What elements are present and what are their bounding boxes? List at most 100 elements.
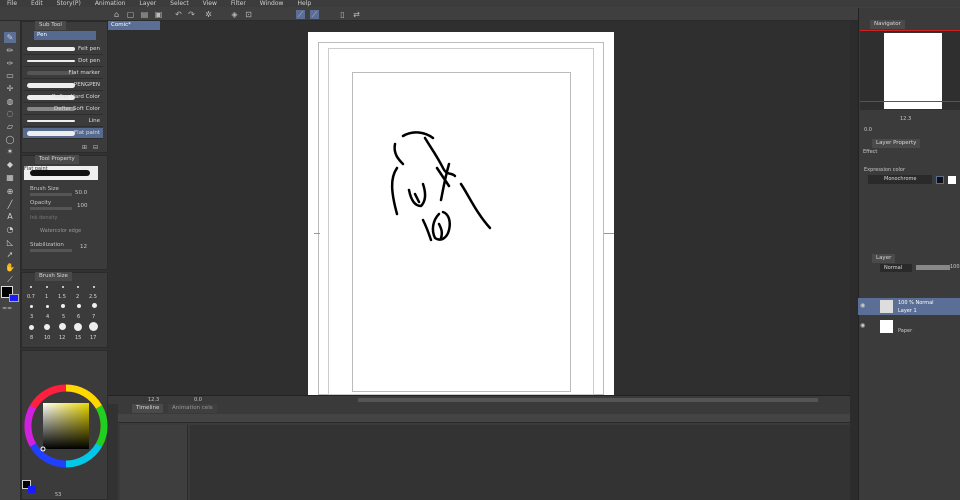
zoom-tool-icon[interactable]: ⊕ (4, 186, 16, 197)
menu-story[interactable]: Story(P) (50, 0, 88, 7)
menu-filter[interactable]: Filter (224, 0, 253, 7)
open-icon[interactable]: ▤ (140, 10, 149, 19)
size-dot[interactable] (59, 323, 66, 330)
size-dot[interactable] (77, 286, 79, 288)
delete-brush-icon[interactable]: ⊟ (91, 143, 100, 152)
text-tool-icon[interactable]: A (4, 211, 16, 222)
timeline-frames[interactable] (190, 425, 850, 500)
brush-item-selected[interactable]: Flat paint (23, 128, 103, 139)
size-dot[interactable] (77, 304, 81, 308)
home-icon[interactable]: ⌂ (112, 10, 121, 19)
brush-size-slider[interactable] (30, 193, 72, 196)
brush-item[interactable]: Defter Soft Color (23, 104, 103, 115)
navigator-tab[interactable]: Navigator (870, 20, 905, 29)
canvas-zoom[interactable]: 12.3 (148, 397, 159, 403)
brush-size-tab[interactable]: Brush Size (35, 272, 72, 281)
size-dot[interactable] (92, 303, 97, 308)
tool-property-tab[interactable]: Tool Property (35, 155, 79, 164)
horizontal-scrollbar[interactable] (358, 398, 818, 402)
hand-tool-icon[interactable]: ✋ (4, 262, 16, 273)
menu-edit[interactable]: Edit (24, 0, 50, 7)
navigator-preview[interactable] (860, 30, 960, 110)
expression-color-select[interactable]: Monochrome (868, 175, 932, 184)
size-dot[interactable] (46, 305, 49, 308)
eraser-tool-icon[interactable]: ▭ (4, 70, 16, 81)
pencil-tool-icon[interactable]: ✏ (4, 45, 16, 56)
wheel-sub-color[interactable] (28, 486, 36, 493)
fill-tool-icon[interactable]: ▱ (4, 121, 16, 132)
menu-animation[interactable]: Animation (88, 0, 133, 7)
transparent-swatch[interactable]: ≈≈ (2, 306, 18, 312)
size-dot[interactable] (61, 304, 65, 308)
object-tool-icon[interactable]: ➚ (4, 249, 16, 260)
decoration-tool-icon[interactable]: ✢ (4, 83, 16, 94)
brush-item[interactable]: Defter Hard Color (23, 92, 103, 103)
navigator-zoom[interactable]: 12.3 (900, 116, 911, 122)
undo-icon[interactable]: ↶ (174, 10, 183, 19)
brush-tool-icon[interactable]: ✑ (4, 58, 16, 69)
sub-tool-tab[interactable]: Sub Tool (35, 21, 66, 30)
eye-icon[interactable]: ◉ (860, 323, 868, 329)
document-tab[interactable]: Comic* (108, 21, 160, 30)
layer-opacity-slider[interactable] (916, 265, 950, 270)
layer-property-tab[interactable]: Layer Property (872, 139, 921, 148)
ruler-tool-icon[interactable]: ◺ (4, 237, 16, 248)
expression-black-swatch[interactable] (936, 176, 944, 184)
menu-window[interactable]: Window (253, 0, 291, 7)
transform-icon[interactable]: ⊡ (244, 10, 253, 19)
stabilization-slider[interactable] (30, 249, 72, 252)
lasso-tool-icon[interactable]: ◯ (4, 134, 16, 145)
layer-row-selected[interactable]: 100 % Normal Layer 1 (858, 298, 960, 315)
size-dot[interactable] (30, 305, 33, 308)
expression-white-swatch[interactable] (948, 176, 956, 184)
new-icon[interactable]: ▢ (126, 10, 135, 19)
size-dot[interactable] (74, 323, 82, 331)
menu-help[interactable]: Help (290, 0, 318, 7)
blend-mode-select[interactable]: Normal (880, 264, 912, 272)
animation-cels-tab[interactable]: Animation cels (168, 404, 217, 413)
opacity-value[interactable]: 100 (77, 203, 88, 209)
balloon-tool-icon[interactable]: ◔ (4, 224, 16, 235)
brush-item[interactable]: Flat marker (23, 68, 103, 79)
fill-icon[interactable]: ◈ (230, 10, 239, 19)
auto-select-icon[interactable]: ✶ (4, 146, 16, 157)
snap-ruler-icon[interactable]: ⟋ (296, 10, 305, 19)
layer-tab[interactable]: Layer (872, 254, 896, 263)
blend-tool-icon[interactable]: ◍ (4, 96, 16, 107)
paint-bucket-icon[interactable]: ◆ (4, 159, 16, 170)
menu-select[interactable]: Select (163, 0, 196, 7)
device-icon[interactable]: ▯ (338, 10, 347, 19)
size-dot[interactable] (62, 286, 64, 288)
save-icon[interactable]: ▣ (154, 10, 163, 19)
canvas-angle[interactable]: 0.0 (194, 397, 202, 403)
color-wheel[interactable] (24, 384, 108, 468)
airbrush-tool-icon[interactable]: ◌ (4, 108, 16, 119)
layer-opacity-value[interactable]: 100 (950, 264, 960, 270)
layer-row[interactable]: Paper (858, 318, 960, 335)
opacity-slider[interactable] (30, 207, 72, 210)
menu-layer[interactable]: Layer (132, 0, 163, 7)
size-dot[interactable] (44, 324, 50, 330)
connect-icon[interactable]: ⇄ (352, 10, 361, 19)
gradient-tool-icon[interactable]: ▦ (4, 172, 16, 183)
snap-special-icon[interactable]: ⟋ (310, 10, 319, 19)
brush-item[interactable]: Dot pen (23, 56, 103, 67)
stabilization-value[interactable]: 12 (80, 244, 87, 250)
eyedropper-tool-icon[interactable]: ⟋ (4, 274, 16, 285)
brush-item[interactable]: PENGPEN (23, 80, 103, 91)
navigator-angle[interactable]: 0.0 (864, 127, 872, 133)
size-dot[interactable] (93, 286, 95, 288)
sub-color-swatch[interactable] (9, 294, 19, 302)
size-dot[interactable] (89, 322, 98, 331)
brush-size-value[interactable]: 50.0 (75, 190, 87, 196)
redo-icon[interactable]: ↷ (187, 10, 196, 19)
size-dot[interactable] (30, 286, 32, 288)
settings-icon[interactable]: ✲ (204, 10, 213, 19)
vertical-scrollbar[interactable] (850, 21, 858, 500)
menu-view[interactable]: View (196, 0, 224, 7)
sub-tool-group-pen[interactable]: Pen (34, 31, 96, 40)
add-brush-icon[interactable]: ⊞ (80, 143, 89, 152)
eye-icon[interactable]: ◉ (860, 303, 868, 309)
menu-file[interactable]: File (0, 0, 24, 7)
brush-item[interactable]: Felt pen (23, 44, 103, 55)
